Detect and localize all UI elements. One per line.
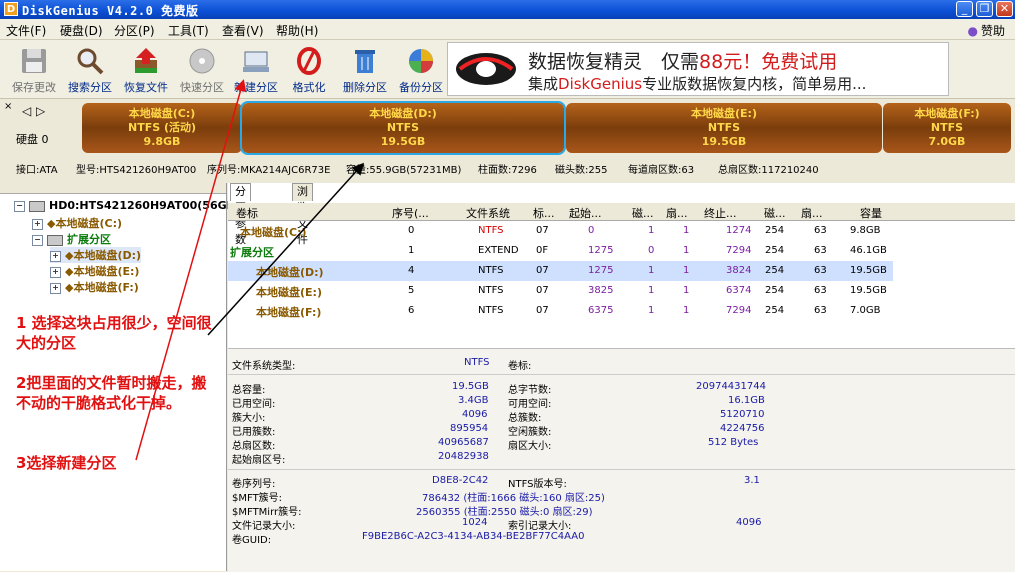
arrow-to-partition-d — [207, 162, 365, 336]
arrow-to-new-partition — [135, 79, 247, 461]
annotation-arrows — [135, 79, 365, 461]
